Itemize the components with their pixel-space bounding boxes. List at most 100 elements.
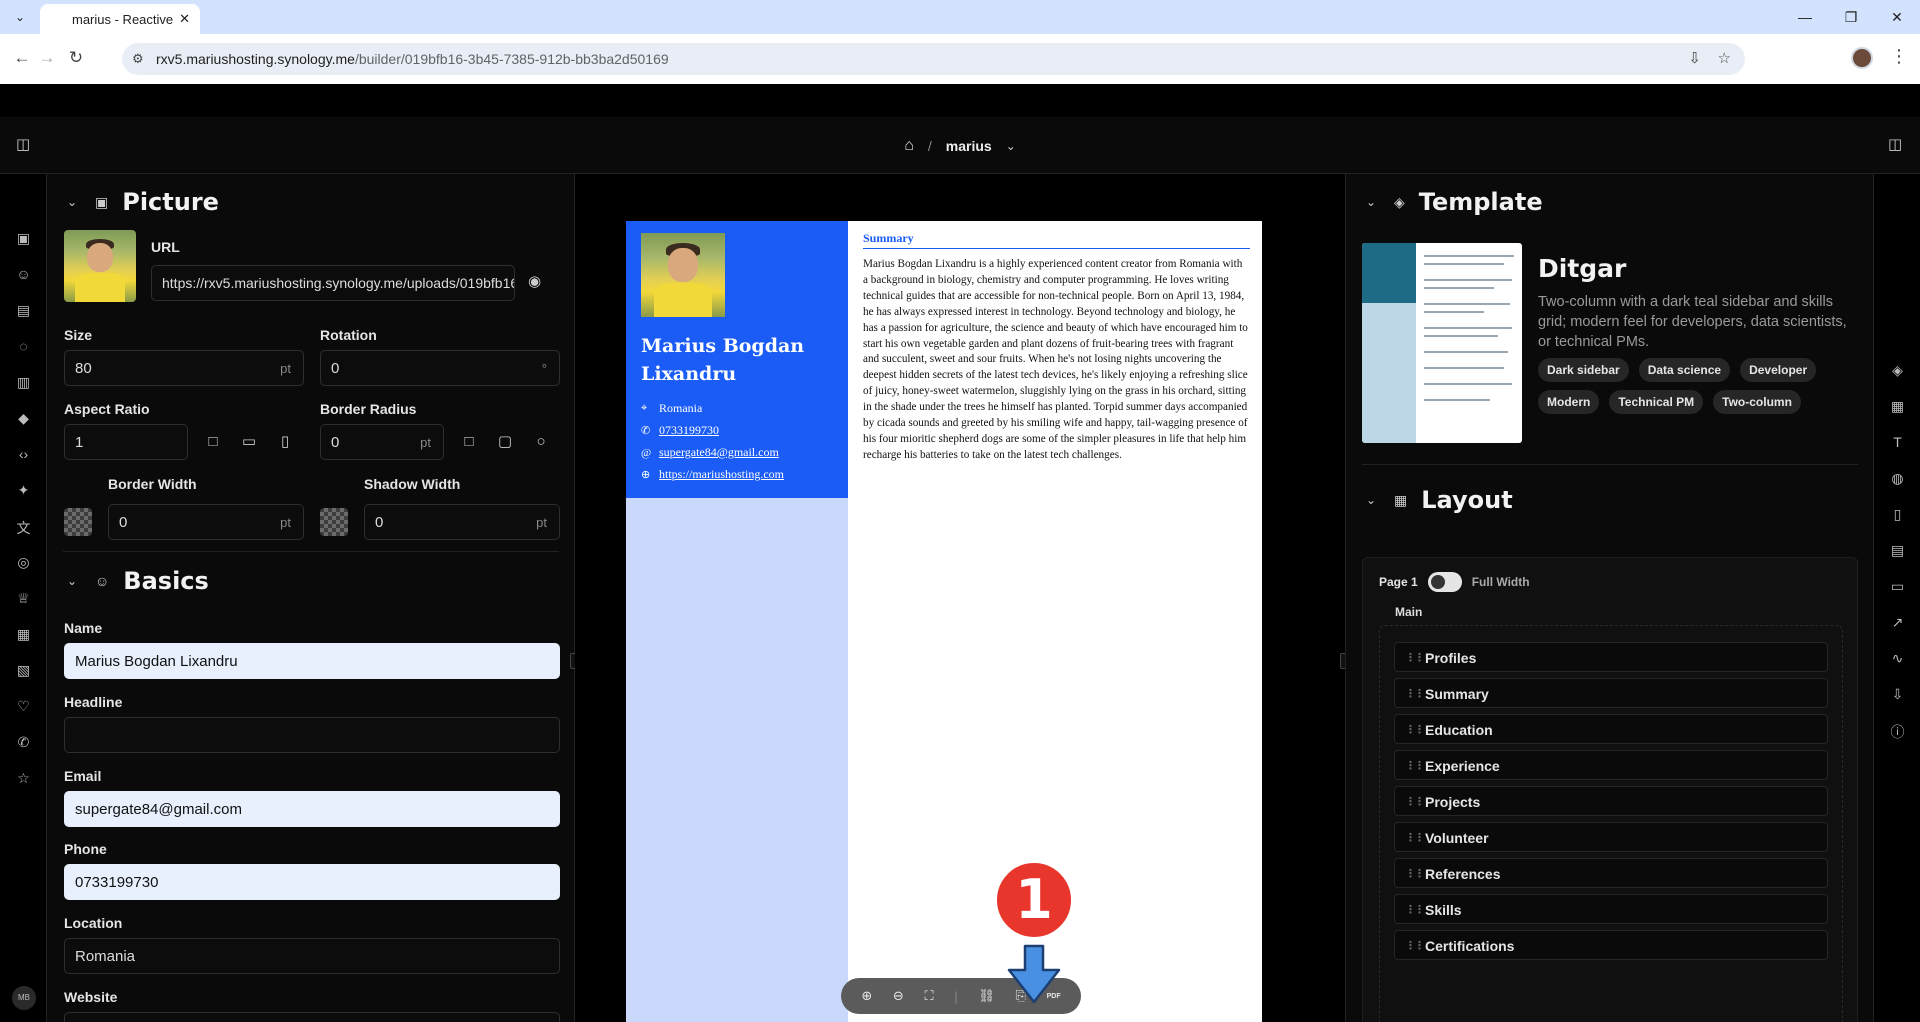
site-info-icon[interactable]: ⚙ — [132, 51, 144, 67]
user-icon[interactable]: ☺ — [0, 266, 47, 282]
user-avatar[interactable]: MB — [12, 986, 36, 1010]
shadow-color-swatch[interactable] — [320, 508, 348, 536]
browser-tab[interactable]: marius - Reactive ✕ — [40, 4, 200, 34]
layout-item-projects[interactable]: ⋮⋮ Projects — [1394, 786, 1828, 816]
drag-handle-icon[interactable]: ⋮⋮ — [1405, 687, 1425, 700]
eye-icon[interactable]: ◉ — [528, 272, 541, 290]
forward-icon[interactable]: → — [35, 46, 59, 70]
border-width-input[interactable]: 0 pt — [108, 504, 304, 540]
resume-email-link[interactable]: supergate84@gmail.com — [659, 445, 779, 460]
interests-icon[interactable]: ◎ — [0, 554, 47, 571]
browser-profile-avatar[interactable] — [1851, 47, 1873, 69]
theme-palette-icon[interactable]: ◍ — [1874, 470, 1920, 487]
info-icon[interactable]: ⓘ — [1874, 722, 1920, 742]
rotation-input[interactable]: 0 ° — [320, 350, 560, 386]
statistics-icon[interactable]: ∿ — [1874, 650, 1920, 667]
drag-handle-icon[interactable]: ⋮⋮ — [1405, 903, 1425, 916]
volunteer-icon[interactable]: ♡ — [0, 698, 47, 715]
drag-handle-icon[interactable]: ⋮⋮ — [1405, 651, 1425, 664]
certifications-icon[interactable]: ▦ — [0, 626, 47, 643]
profiles-icon[interactable]: ◌ — [0, 338, 47, 354]
border-radius-input[interactable]: 0 pt — [320, 424, 444, 460]
layout-item-summary[interactable]: ⋮⋮ Summary — [1394, 678, 1828, 708]
awards-icon[interactable]: ♕ — [0, 590, 47, 607]
template-icon[interactable]: ◈ — [1874, 362, 1920, 379]
skills-icon[interactable]: ✦ — [0, 482, 47, 499]
css-icon[interactable]: ▤ — [1874, 542, 1920, 559]
layout-item-references[interactable]: ⋮⋮ References — [1394, 858, 1828, 888]
home-icon[interactable]: ⌂ — [904, 137, 914, 155]
close-window-icon[interactable]: ✕ — [1874, 0, 1920, 34]
export-icon[interactable]: ⇩ — [1874, 686, 1920, 703]
references-icon[interactable]: ✆ — [0, 734, 47, 751]
resume-phone-link[interactable]: 0733199730 — [659, 423, 719, 438]
picture-url-input[interactable]: https://rxv5.mariushosting.synology.me/u… — [151, 265, 515, 301]
drag-handle-icon[interactable]: ⋮⋮ — [1405, 723, 1425, 736]
layout-section-header[interactable]: ⌄ ▦ Layout — [1366, 486, 1513, 514]
radius-circle-icon[interactable]: ○ — [524, 424, 558, 460]
resume-website-link[interactable]: https://mariushosting.com — [659, 467, 784, 482]
template-thumbnail[interactable] — [1362, 243, 1522, 443]
drag-handle-icon[interactable]: ⋮⋮ — [1405, 867, 1425, 880]
address-bar[interactable]: ⚙ rxv5.mariushosting.synology.me/builder… — [122, 43, 1745, 75]
drag-handle-icon[interactable]: ⋮⋮ — [1405, 939, 1425, 952]
chevron-down-icon[interactable]: ⌄ — [67, 195, 81, 209]
zoom-in-icon[interactable]: ⊕ — [861, 988, 872, 1004]
aspect-ratio-input[interactable]: 1 — [64, 424, 188, 460]
layout-item-certifications[interactable]: ⋮⋮ Certifications — [1394, 930, 1828, 960]
minimize-icon[interactable]: — — [1782, 0, 1828, 34]
briefcase-icon[interactable]: ▥ — [0, 374, 47, 391]
zoom-out-icon[interactable]: ⊖ — [893, 988, 904, 1004]
layout-icon[interactable]: ▦ — [1874, 398, 1920, 415]
website-input[interactable] — [64, 1012, 560, 1022]
layout-item-profiles[interactable]: ⋮⋮ Profiles — [1394, 642, 1828, 672]
back-icon[interactable]: ← — [10, 46, 34, 70]
code-icon[interactable]: ‹› — [0, 446, 47, 462]
radius-none-icon[interactable]: □ — [452, 424, 486, 460]
page-icon[interactable]: ▯ — [1874, 506, 1920, 523]
summary-icon[interactable]: ▤ — [0, 302, 47, 319]
name-input[interactable]: Marius Bogdan Lixandru — [64, 643, 560, 679]
picture-section-header[interactable]: ⌄ ▣ Picture — [67, 188, 219, 216]
aspect-portrait-icon[interactable]: ▯ — [268, 424, 302, 460]
layout-item-experience[interactable]: ⋮⋮ Experience — [1394, 750, 1828, 780]
phone-input[interactable]: 0733199730 — [64, 864, 560, 900]
fit-screen-icon[interactable]: ⛶ — [924, 988, 933, 1004]
chevron-down-icon[interactable]: ⌄ — [67, 574, 81, 588]
browser-menu-icon[interactable]: ⋮ — [1890, 46, 1908, 67]
email-input[interactable]: supergate84@gmail.com — [64, 791, 560, 827]
publications-icon[interactable]: ▧ — [0, 662, 47, 679]
aspect-square-icon[interactable]: □ — [196, 424, 230, 460]
bookmark-star-icon[interactable]: ☆ — [1718, 49, 1731, 67]
notes-icon[interactable]: ▭ — [1874, 578, 1920, 595]
install-app-icon[interactable]: ⇩ — [1688, 49, 1701, 67]
aspect-landscape-icon[interactable]: ▭ — [232, 424, 266, 460]
layout-item-volunteer[interactable]: ⋮⋮ Volunteer — [1394, 822, 1828, 852]
graduation-icon[interactable]: ◆ — [0, 410, 47, 427]
chevron-down-icon[interactable]: ⌄ — [1006, 139, 1016, 153]
border-color-swatch[interactable] — [64, 508, 92, 536]
radius-rounded-icon[interactable]: ▢ — [488, 424, 522, 460]
headline-input[interactable] — [64, 717, 560, 753]
drag-handle-icon[interactable]: ⋮⋮ — [1405, 759, 1425, 772]
drag-handle-icon[interactable]: ⋮⋮ — [1405, 795, 1425, 808]
layout-item-skills[interactable]: ⋮⋮ Skills — [1394, 894, 1828, 924]
location-input[interactable]: Romania — [64, 938, 560, 974]
picture-icon[interactable]: ▣ — [0, 230, 47, 247]
shadow-width-input[interactable]: 0 pt — [364, 504, 560, 540]
drag-handle-icon[interactable]: ⋮⋮ — [1405, 831, 1425, 844]
layout-item-education[interactable]: ⋮⋮ Education — [1394, 714, 1828, 744]
share-icon[interactable]: ↗ — [1874, 614, 1920, 631]
restore-icon[interactable]: ❐ — [1828, 0, 1874, 34]
star-icon[interactable]: ☆ — [0, 770, 47, 787]
full-width-toggle[interactable] — [1427, 572, 1462, 592]
basics-section-header[interactable]: ⌄ ☺ Basics — [67, 567, 209, 595]
template-section-header[interactable]: ⌄ ◈ Template — [1366, 188, 1543, 216]
languages-icon[interactable]: 文 — [0, 518, 47, 538]
chevron-down-icon[interactable]: ⌄ — [1366, 195, 1380, 209]
size-input[interactable]: 80 pt — [64, 350, 304, 386]
copy-link-icon[interactable]: ⛓ — [978, 988, 995, 1004]
close-tab-icon[interactable]: ✕ — [179, 11, 190, 27]
tab-search-icon[interactable]: ⌄ — [8, 7, 32, 27]
toggle-right-sidebar-icon[interactable]: ◫ — [1888, 135, 1902, 153]
